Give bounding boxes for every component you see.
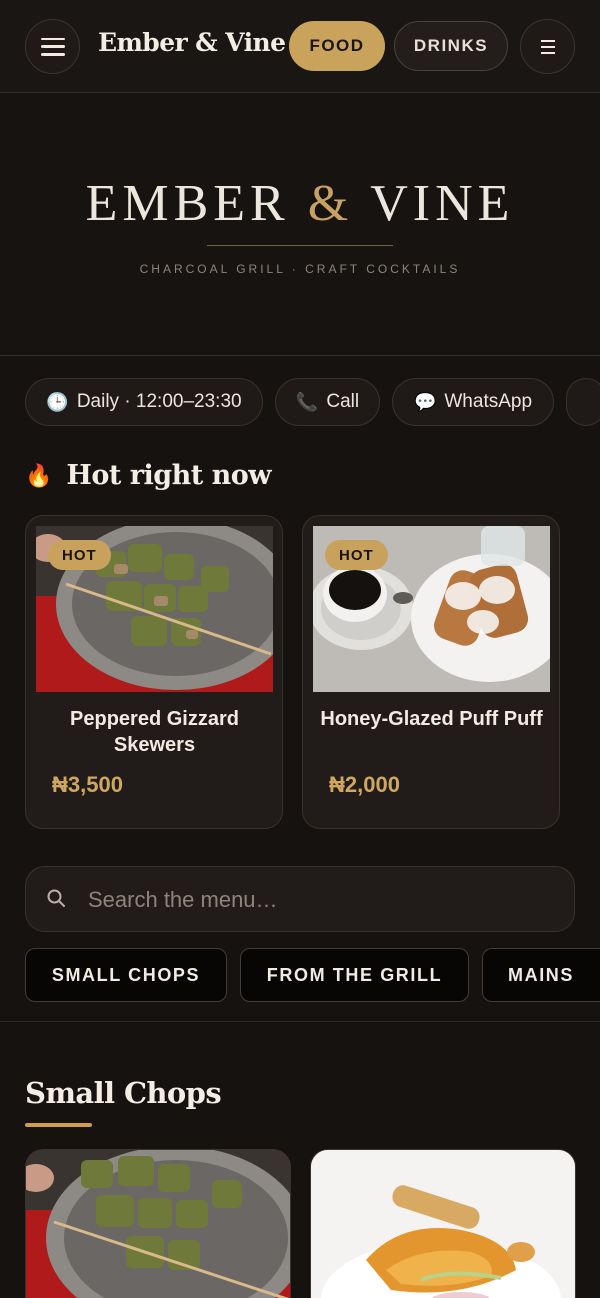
item-name: Peppered Gizzard Skewers [70,708,239,756]
logo-tagline: CHARCOAL GRILL · CRAFT COCKTAILS [139,262,461,276]
category-small-chops[interactable]: SMALL CHOPS [25,948,227,1002]
hero-banner: EMBER & VINE CHARCOAL GRILL · CRAFT COCK… [0,94,600,356]
hours-label: Daily · 12:00–23:30 [76,391,242,412]
section-divider [0,1021,600,1022]
brand-title[interactable]: Ember & Vine [98,28,286,57]
food-photo: HOT [36,526,273,692]
phone-icon: 📞 [295,391,319,412]
food-photo: HOT [313,526,550,692]
call-label: Call [326,391,360,412]
menu-item-card[interactable] [310,1149,576,1298]
logo-word-right: VINE [370,175,515,232]
hot-item-card[interactable]: HOT Honey-Glazed Puff Puff ₦2,000 [302,515,560,829]
search-icon [47,889,65,907]
more-pill[interactable] [566,378,600,426]
hot-section-header: 🔥 Hot right now [25,460,272,491]
search-input[interactable] [88,881,558,919]
clock-icon: 🕒 [46,391,69,412]
menu-item-card[interactable] [25,1149,291,1298]
hamburger-menu-icon [40,37,65,56]
logo-word-left: EMBER [85,175,290,232]
tab-drinks[interactable]: DRINKS [394,21,508,71]
category-mains[interactable]: MAINS [482,948,600,1002]
whatsapp-label: WhatsApp [444,391,533,412]
hot-badge: HOT [48,540,111,570]
top-bar: Ember & Vine FOOD DRINKS [0,0,600,93]
call-button[interactable]: 📞 Call [275,378,380,426]
menu-button[interactable] [25,19,80,74]
fire-icon: 🔥 [25,462,53,488]
hot-badge: HOT [325,540,388,570]
tab-food[interactable]: FOOD [289,21,385,71]
hours-pill[interactable]: 🕒 Daily · 12:00–23:30 [25,378,263,426]
section-title: Small Chops [25,1076,222,1110]
whatsapp-button[interactable]: 💬 WhatsApp [392,378,554,426]
food-photo [311,1150,575,1298]
logo-ampersand: & [307,175,354,232]
search-bar[interactable] [25,866,575,932]
item-name: Honey-Glazed Puff Puff [320,708,543,730]
item-price: ₦2,000 [329,772,400,797]
category-from-the-grill[interactable]: FROM THE GRILL [240,948,469,1002]
hot-item-card[interactable]: HOT Peppered Gizzard Skewers ₦3,500 [25,515,283,829]
speech-bubble-icon: 💬 [413,391,437,412]
section-underline [25,1123,92,1127]
list-button[interactable] [520,19,575,74]
hot-section-title: Hot right now [66,460,272,491]
item-price: ₦3,500 [52,772,123,797]
logo: EMBER & VINE [0,178,600,230]
list-icon [540,39,555,54]
food-photo [26,1150,290,1298]
logo-divider [207,245,393,246]
